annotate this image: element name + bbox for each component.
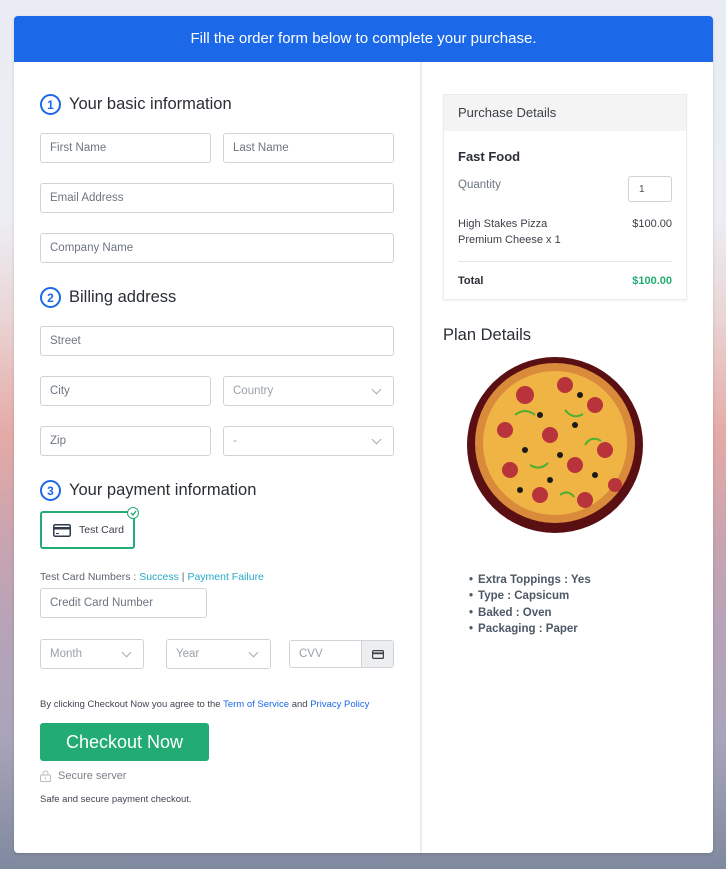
purchase-details-header: Purchase Details xyxy=(444,95,686,131)
feature-item: Packaging : Paper xyxy=(469,621,687,637)
check-icon xyxy=(127,507,139,519)
first-name-input[interactable]: First Name xyxy=(40,133,211,163)
chevron-down-icon xyxy=(248,647,259,657)
terms-prefix: By clicking Checkout Now you agree to th… xyxy=(40,699,224,710)
cvv-placeholder: CVV xyxy=(299,648,323,660)
year-select-value: Year xyxy=(176,648,200,660)
quantity-input[interactable]: 1 xyxy=(628,176,672,202)
banner: Fill the order form below to complete yo… xyxy=(14,16,713,62)
zip-input[interactable]: Zip xyxy=(40,426,211,456)
quantity-label: Quantity xyxy=(458,179,501,191)
item-variant: Premium Cheese x 1 xyxy=(458,234,561,246)
card-icon xyxy=(361,641,393,667)
company-input[interactable]: Company Name xyxy=(40,233,394,263)
section-billing: 2 Billing address xyxy=(40,287,394,308)
test-card-label: Test Card xyxy=(79,524,124,536)
state-select[interactable]: - xyxy=(223,426,394,456)
step-badge: 2 xyxy=(40,287,61,308)
street-input[interactable]: Street xyxy=(40,326,394,356)
section-title: Billing address xyxy=(69,288,177,306)
feature-item: Baked : Oven xyxy=(469,605,687,621)
last-name-input[interactable]: Last Name xyxy=(223,133,394,163)
pizza-image xyxy=(467,357,643,533)
item-name: High Stakes Pizza xyxy=(458,218,548,230)
card-number-input[interactable]: Credit Card Number xyxy=(40,588,207,618)
terms-link[interactable]: Term of Service xyxy=(223,699,289,710)
test-card-numbers-label: Test Card Numbers : xyxy=(40,571,140,583)
total-value: $100.00 xyxy=(632,274,672,287)
feature-item: Type : Capsicum xyxy=(469,588,687,604)
success-link[interactable]: Success xyxy=(139,571,179,583)
chevron-down-icon xyxy=(121,647,132,657)
payment-failure-link[interactable]: Payment Failure xyxy=(187,571,263,583)
section-basic-info: 1 Your basic information xyxy=(40,94,394,115)
month-select[interactable]: Month xyxy=(40,639,144,669)
summary-column: Purchase Details Fast Food Quantity 1 Hi… xyxy=(422,62,713,853)
plan-features: Extra Toppings : Yes Type : Capsicum Bak… xyxy=(469,572,687,637)
section-title: Your payment information xyxy=(69,481,257,499)
test-card-numbers: Test Card Numbers : Success | Payment Fa… xyxy=(40,571,394,583)
line-item: High Stakes Pizza Premium Cheese x 1 $100… xyxy=(458,216,672,248)
privacy-link[interactable]: Privacy Policy xyxy=(310,699,369,710)
total-label: Total xyxy=(458,274,484,287)
step-badge: 1 xyxy=(40,94,61,115)
secure-server: Secure server xyxy=(40,770,394,782)
city-input[interactable]: City xyxy=(40,376,211,406)
secure-server-label: Secure server xyxy=(58,770,127,782)
month-select-value: Month xyxy=(50,648,82,660)
checkout-button[interactable]: Checkout Now xyxy=(40,723,209,761)
state-select-value: - xyxy=(233,435,237,447)
step-badge: 3 xyxy=(40,480,61,501)
year-select[interactable]: Year xyxy=(166,639,271,669)
country-select-value: Country xyxy=(233,385,274,397)
feature-item: Extra Toppings : Yes xyxy=(469,572,687,588)
section-payment: 3 Your payment information xyxy=(40,480,394,501)
terms-notice: By clicking Checkout Now you agree to th… xyxy=(40,699,394,710)
test-card-option[interactable]: Test Card xyxy=(40,507,139,549)
order-form-card: Fill the order form below to complete yo… xyxy=(14,16,713,853)
chevron-down-icon xyxy=(371,434,382,444)
terms-and: and xyxy=(289,699,311,710)
item-price: $100.00 xyxy=(632,218,672,230)
email-input[interactable]: Email Address xyxy=(40,183,394,213)
country-select[interactable]: Country xyxy=(223,376,394,406)
plan-details-title: Plan Details xyxy=(443,326,532,344)
lock-icon xyxy=(40,770,51,782)
section-title: Your basic information xyxy=(69,95,232,113)
form-column: 1 Your basic information First Name Last… xyxy=(14,62,422,853)
cvv-input[interactable]: CVV xyxy=(289,640,394,668)
product-category: Fast Food xyxy=(458,149,521,164)
safe-checkout-text: Safe and secure payment checkout. xyxy=(40,794,192,805)
credit-card-icon xyxy=(53,523,71,537)
chevron-down-icon xyxy=(371,384,382,394)
purchase-details-panel: Purchase Details Fast Food Quantity 1 Hi… xyxy=(443,94,687,300)
